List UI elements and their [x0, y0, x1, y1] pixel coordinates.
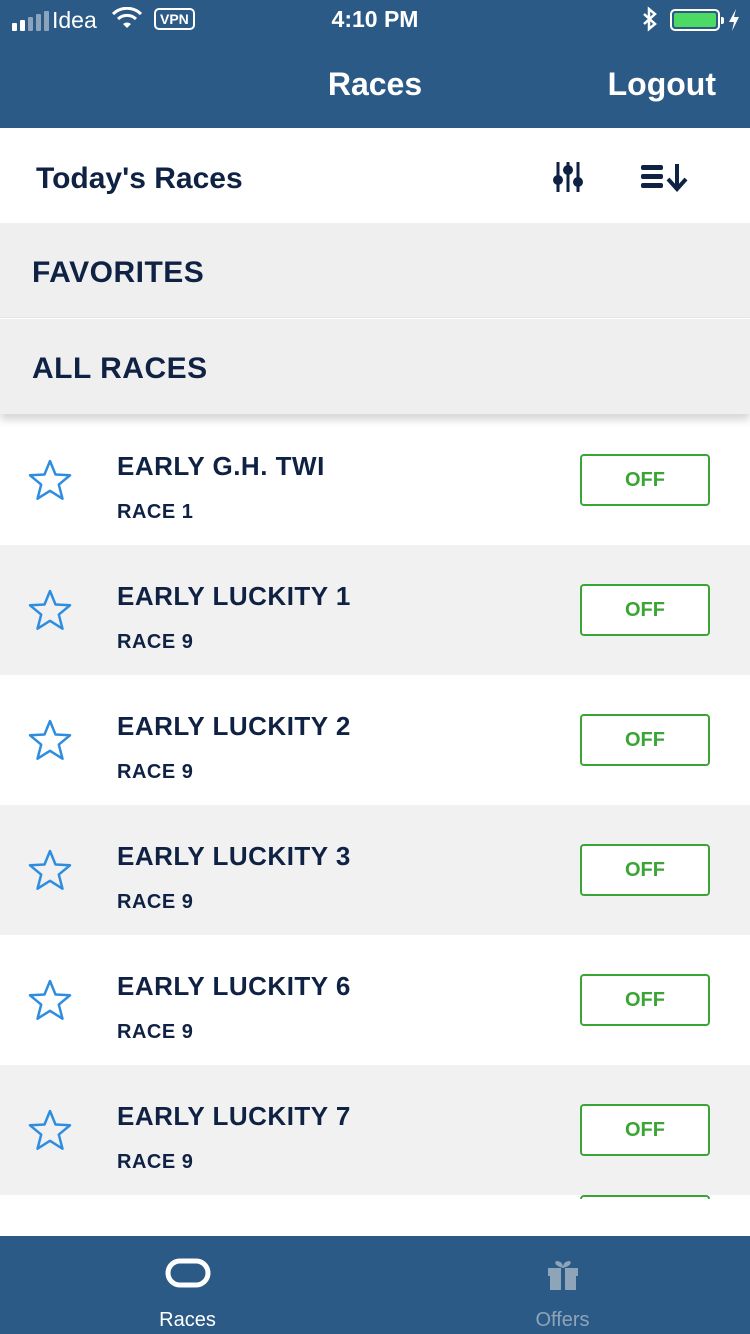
star-icon[interactable]: [28, 589, 72, 636]
favorites-label: FAVORITES: [32, 256, 205, 289]
race-name: EARLY G.H. TWI: [117, 451, 325, 481]
race-number: RACE 1: [117, 501, 194, 523]
star-icon[interactable]: [28, 849, 72, 896]
charging-icon: [727, 8, 741, 38]
all-races-section[interactable]: ALL RACES: [0, 319, 750, 414]
off-status-button[interactable]: OFF: [580, 974, 710, 1026]
race-row-partial[interactable]: [0, 1195, 750, 1235]
race-list[interactable]: EARLY G.H. TWI RACE 1 OFF EARLY LUCKITY …: [0, 415, 750, 1235]
race-name: EARLY LUCKITY 1: [117, 581, 351, 611]
race-row[interactable]: EARLY LUCKITY 1 RACE 9 OFF: [0, 545, 750, 675]
battery-icon: [670, 9, 724, 31]
race-row[interactable]: EARLY LUCKITY 3 RACE 9 OFF: [0, 805, 750, 935]
off-status-button[interactable]: OFF: [580, 714, 710, 766]
off-status-button[interactable]: OFF: [580, 844, 710, 896]
logout-button[interactable]: Logout: [608, 66, 716, 103]
race-name: EARLY LUCKITY 2: [117, 711, 351, 741]
race-number: RACE 9: [117, 761, 194, 783]
race-number: RACE 9: [117, 631, 194, 653]
race-number: RACE 9: [117, 891, 194, 913]
off-status-button[interactable]: OFF: [580, 454, 710, 506]
tab-bar: Races Offers: [0, 1236, 750, 1334]
race-row[interactable]: EARLY G.H. TWI RACE 1 OFF: [0, 415, 750, 545]
tab-races-label: Races: [159, 1309, 216, 1331]
sort-icon[interactable]: [640, 162, 690, 197]
bluetooth-icon: [640, 6, 660, 40]
all-races-label: ALL RACES: [32, 352, 208, 385]
race-number: RACE 9: [117, 1021, 194, 1043]
race-name: EARLY LUCKITY 7: [117, 1101, 351, 1131]
favorites-section[interactable]: FAVORITES: [0, 223, 750, 318]
star-icon[interactable]: [28, 1109, 72, 1156]
tab-races[interactable]: Races: [0, 1236, 375, 1334]
star-icon[interactable]: [28, 459, 72, 506]
race-row[interactable]: EARLY LUCKITY 6 RACE 9 OFF: [0, 935, 750, 1065]
off-status-button[interactable]: OFF: [580, 584, 710, 636]
track-icon: [0, 1258, 375, 1288]
tab-offers-label: Offers: [535, 1309, 590, 1331]
tab-offers[interactable]: Offers: [375, 1236, 750, 1334]
race-row[interactable]: EARLY LUCKITY 2 RACE 9 OFF: [0, 675, 750, 805]
status-bar: Idea VPN 4:10 PM: [0, 0, 750, 40]
star-icon[interactable]: [28, 979, 72, 1026]
status-time: 4:10 PM: [331, 6, 419, 32]
sliders-icon[interactable]: [550, 160, 586, 199]
race-name: EARLY LUCKITY 3: [117, 841, 351, 871]
off-status-button[interactable]: OFF: [580, 1104, 710, 1156]
todays-races-bar: Today's Races: [0, 128, 750, 223]
race-name: EARLY LUCKITY 6: [117, 971, 351, 1001]
race-row[interactable]: EARLY LUCKITY 7 RACE 9 OFF: [0, 1065, 750, 1195]
gift-icon: [375, 1258, 750, 1292]
off-status-button-partial[interactable]: [580, 1195, 710, 1199]
app-header: Idea VPN 4:10 PM Races Logout: [0, 0, 750, 128]
star-icon[interactable]: [28, 719, 72, 766]
todays-races-title: Today's Races: [36, 162, 243, 195]
race-number: RACE 9: [117, 1151, 194, 1173]
